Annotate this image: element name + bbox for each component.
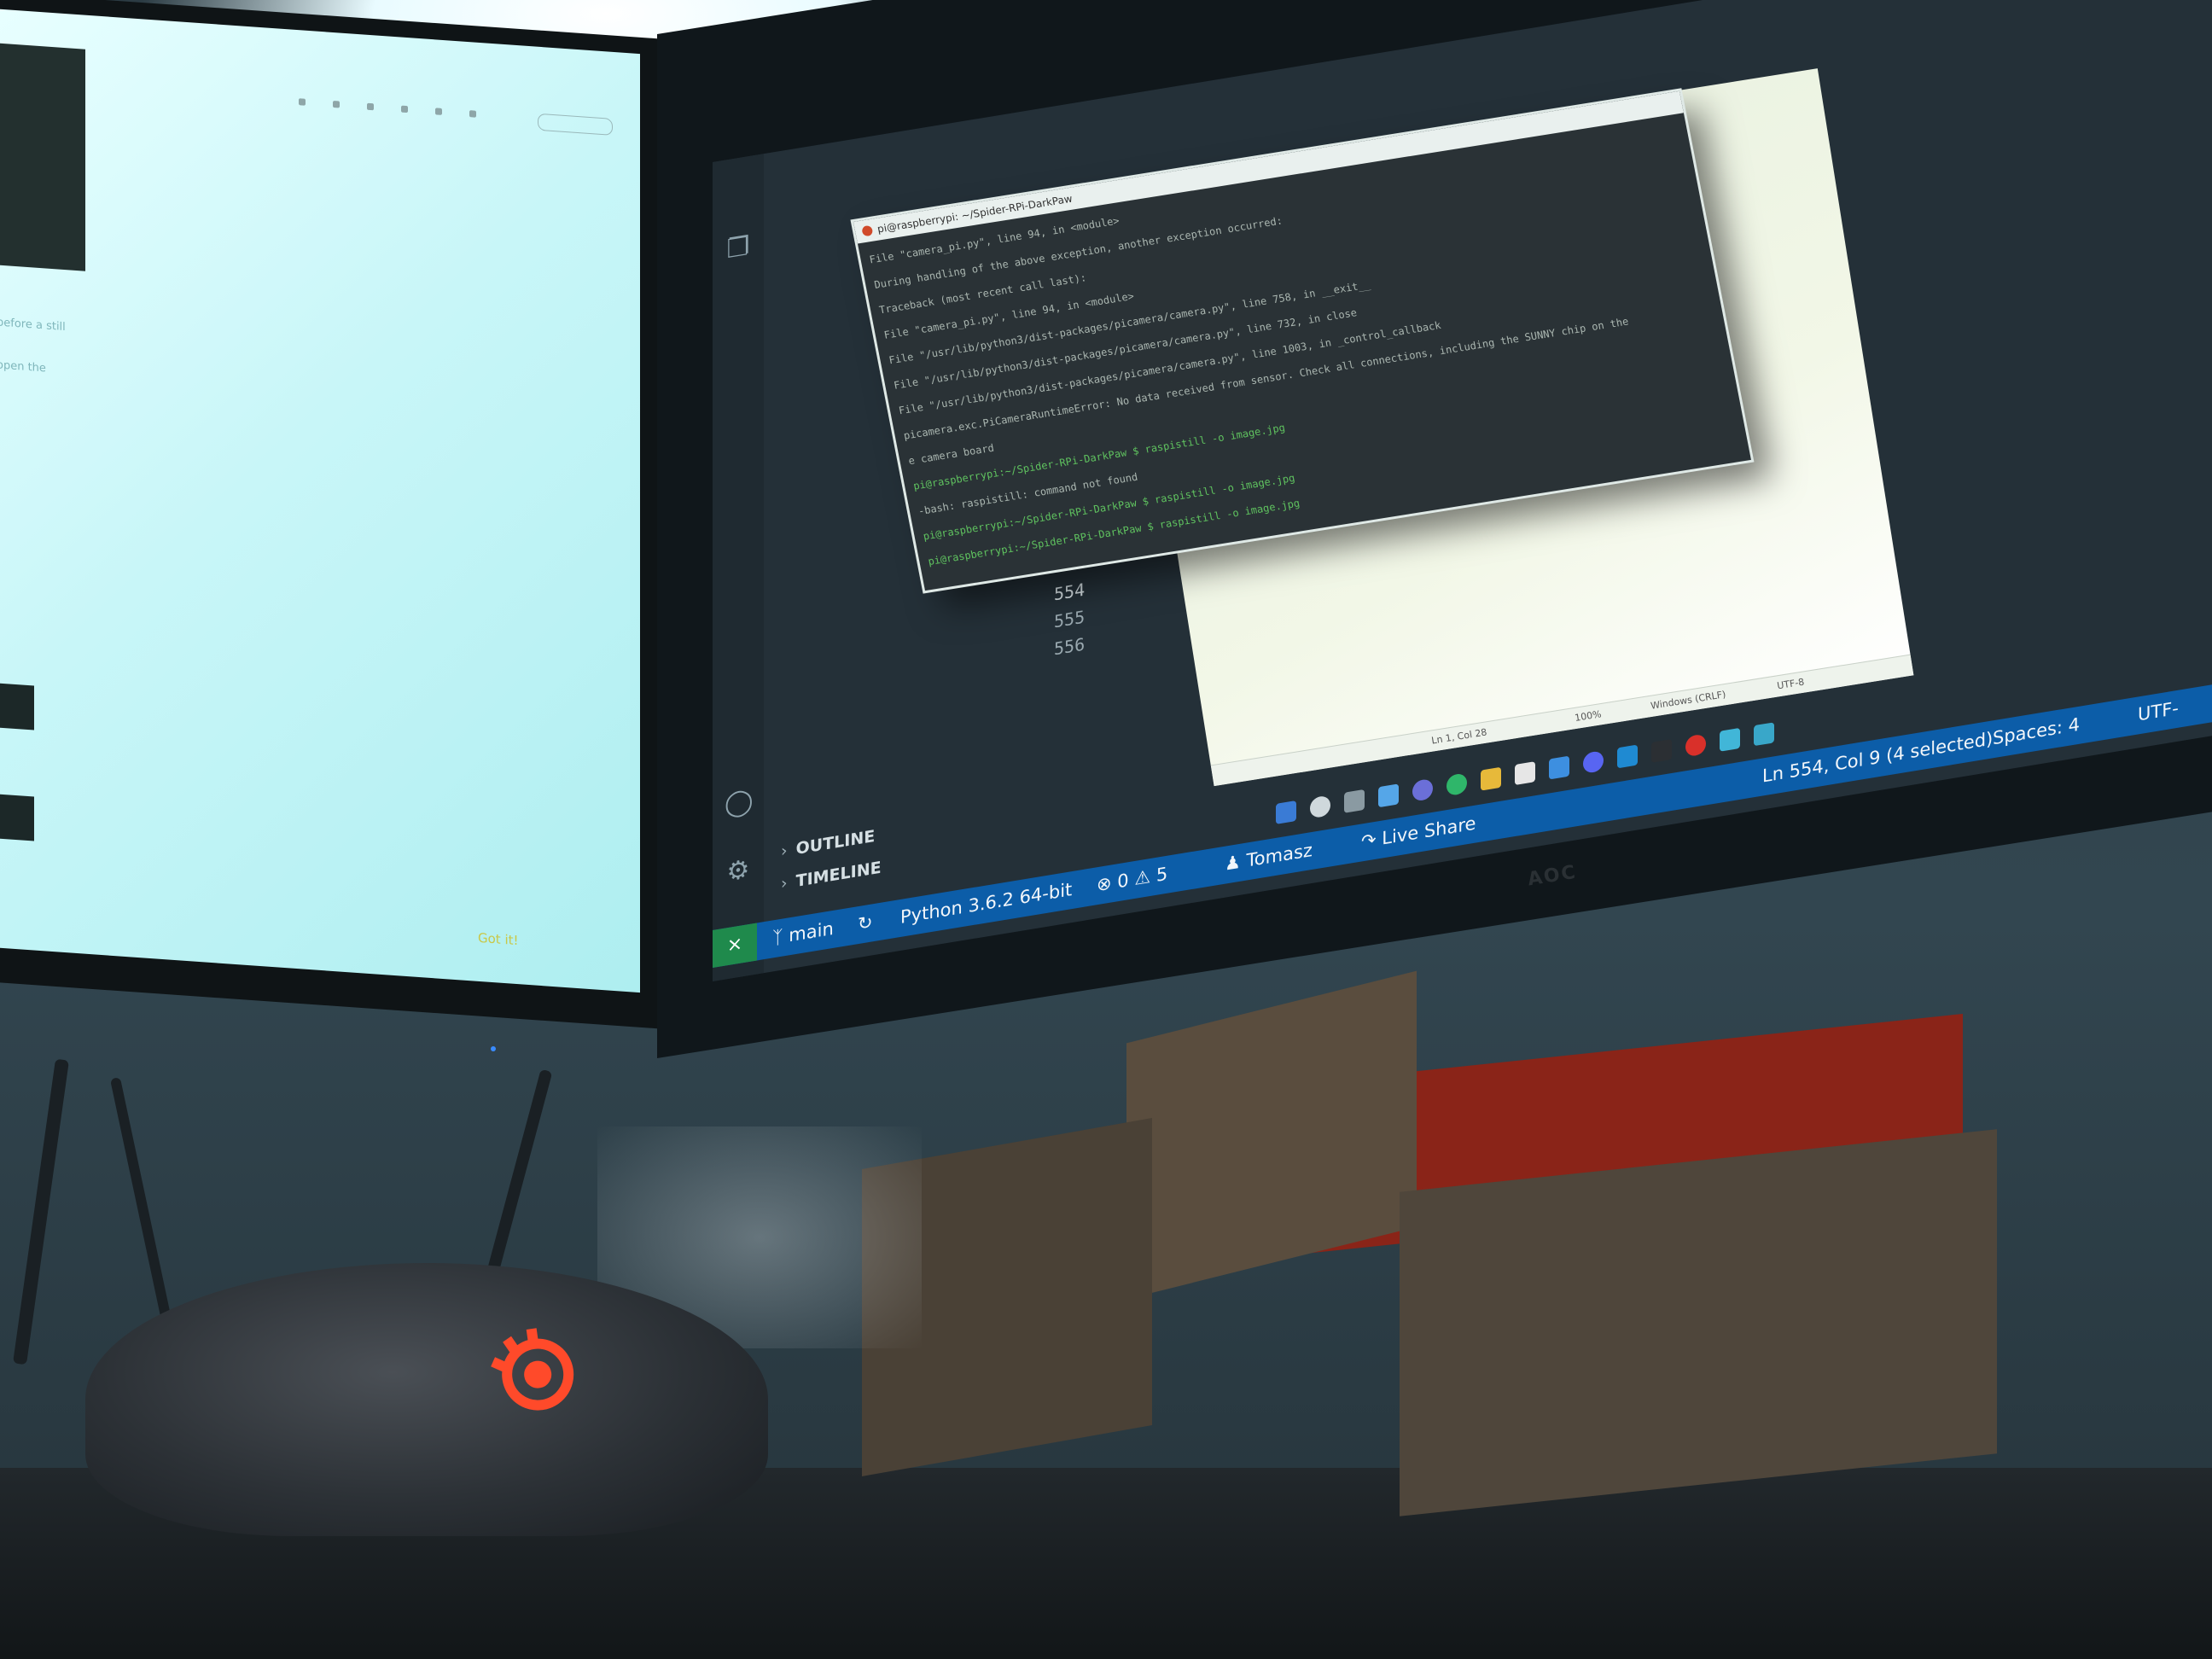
notepad-zoom: 100% xyxy=(1574,708,1603,724)
error-icon: ⊗ xyxy=(1097,871,1118,896)
toolbar-icon[interactable] xyxy=(367,102,374,111)
start-icon[interactable] xyxy=(1276,800,1296,824)
chat-icon[interactable] xyxy=(1412,777,1433,802)
explorer-icon[interactable]: ❐ xyxy=(725,231,752,265)
timeline-label: TIMELINE xyxy=(795,858,882,892)
outline-panel-header[interactable]: › OUTLINE xyxy=(781,827,875,861)
toolbar-icon[interactable] xyxy=(469,110,476,118)
outline-label: OUTLINE xyxy=(795,826,876,859)
indentation-status[interactable]: Spaces: 4 xyxy=(1993,714,2080,749)
terminal-output-line: e camera board xyxy=(907,441,995,468)
branch-label: main xyxy=(789,917,834,946)
live-share-button[interactable]: ↷ Live Share xyxy=(1361,813,1476,853)
edge-icon[interactable] xyxy=(1447,772,1467,797)
got-it-button[interactable]: Got it! xyxy=(478,930,519,948)
remote-desktop-icon[interactable] xyxy=(1720,727,1740,752)
gaming-mouse xyxy=(85,1263,768,1536)
activity-bar: ❐ ◯ ⚙ xyxy=(713,154,764,981)
branch-icon: ᛉ xyxy=(772,925,789,949)
raspberry-icon[interactable] xyxy=(1685,733,1706,758)
terminal-app-icon xyxy=(861,224,874,237)
chevron-right-icon: › xyxy=(781,873,788,894)
steelseries-logo-icon xyxy=(491,1328,574,1411)
file-explorer-icon[interactable] xyxy=(1481,766,1501,791)
discord-icon[interactable] xyxy=(1583,750,1604,774)
live-share-label: Live Share xyxy=(1382,812,1476,849)
cardboard-box xyxy=(1400,1129,1997,1516)
dark-block xyxy=(0,683,34,731)
warning-icon: ⚠ xyxy=(1128,864,1156,891)
vscode-icon[interactable] xyxy=(1617,744,1638,769)
python-interpreter[interactable]: Python 3.6.2 64-bit xyxy=(900,879,1072,928)
person-icon: ♟ xyxy=(1225,850,1247,875)
line-number: 554 xyxy=(1054,579,1086,605)
widgets-icon[interactable] xyxy=(1378,783,1399,808)
toolbar-icon[interactable] xyxy=(401,105,408,114)
notepad-encoding: UTF-8 xyxy=(1776,676,1806,692)
gear-icon[interactable]: ⚙ xyxy=(725,854,752,888)
chevron-right-icon: › xyxy=(781,841,788,861)
desk-photo: before a still open the Got it! ❐ ◯ ⚙ › O… xyxy=(0,0,2212,1659)
remote-indicator-icon[interactable]: ⨯ xyxy=(713,923,757,968)
thumbnail-image xyxy=(0,43,85,271)
sync-icon[interactable]: ↻ xyxy=(858,911,873,934)
dark-block xyxy=(0,794,34,841)
terminal-icon[interactable] xyxy=(1651,738,1672,763)
page-text-snippet: open the xyxy=(0,358,46,375)
toolbar-icon[interactable] xyxy=(299,98,306,106)
branch-status[interactable]: ᛉ main xyxy=(772,918,834,949)
power-led xyxy=(491,1046,496,1051)
notepad-icon[interactable] xyxy=(1754,722,1774,747)
timeline-panel-header[interactable]: › TIMELINE xyxy=(781,859,882,894)
line-number: 555 xyxy=(1054,606,1086,632)
toolbar-icon[interactable] xyxy=(435,108,442,115)
notepad-position: Ln 1, Col 28 xyxy=(1430,726,1488,747)
task-view-icon[interactable] xyxy=(1344,789,1365,813)
user-status[interactable]: ♟ Tomasz xyxy=(1225,840,1313,875)
store-icon[interactable] xyxy=(1515,761,1535,786)
search-icon[interactable] xyxy=(1310,795,1330,819)
live-share-icon: ↷ xyxy=(1361,828,1382,853)
encoding-status[interactable]: UTF- xyxy=(2138,698,2179,725)
left-monitor-screen: before a still open the Got it! xyxy=(0,9,640,993)
mail-icon[interactable] xyxy=(1549,755,1569,780)
error-count: 0 xyxy=(1117,870,1129,893)
account-icon[interactable]: ◯ xyxy=(725,785,754,819)
warning-count: 5 xyxy=(1155,863,1168,886)
toolbar-icon[interactable] xyxy=(333,100,340,108)
page-text-snippet: before a still xyxy=(0,316,66,335)
problems-status[interactable]: ⊗ 0 ⚠ 5 xyxy=(1097,864,1167,896)
line-number: 556 xyxy=(1054,633,1086,660)
user-label: Tomasz xyxy=(1246,839,1313,871)
